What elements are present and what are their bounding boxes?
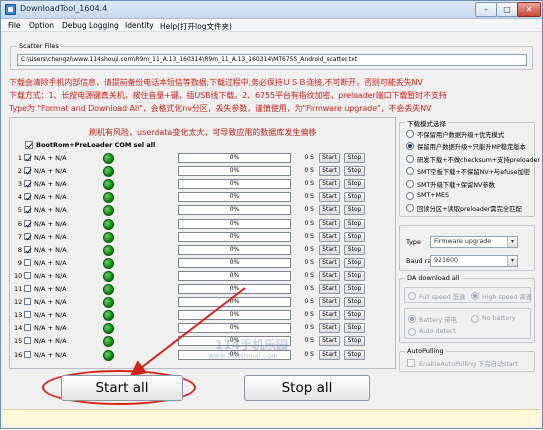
download-tool-window: DownloadTool_1604.4 – □ ✕ File Option De… — [0, 0, 543, 429]
download-mode-group: 下载模式选择 不保留用户数据升级+优先模式保留用户数据升级+只能升MP稳定版本研… — [399, 118, 540, 217]
download-mode-label: 保留用户数据升级+只能升MP稳定版本 — [417, 144, 526, 152]
status-bar — [3, 409, 540, 426]
start-all-button[interactable]: Start all — [61, 375, 183, 401]
download-mode-label: SMT升级下载+保留NV参数 — [417, 181, 495, 189]
battery-label: Battery 带电 — [419, 317, 457, 324]
baud-rate-value: 921600 — [434, 257, 459, 264]
download-mode-label: SMT+MES — [417, 192, 449, 199]
autopulling-group: AutoPulling EnableAutoPulling 下完自动start — [399, 347, 535, 372]
download-mode-label: 不保留用户数据升级+优先模式 — [417, 132, 505, 139]
stop-all-button[interactable]: Stop all — [244, 375, 370, 401]
no-battery-radio[interactable] — [471, 315, 479, 323]
download-mode-radio[interactable] — [406, 167, 414, 176]
type-label: Type — [406, 238, 421, 246]
speed-subgroup: Full speed 低速 High speed 高速 — [404, 287, 533, 303]
download-mode-label: 回读分区+读取preloader需完全匹配 — [417, 206, 522, 214]
download-mode-radio[interactable] — [406, 142, 414, 151]
da-download-group: DA download all Full speed 低速 High speed… — [399, 274, 535, 343]
download-mode-label: 研发下载+不做checksum+支持preloader — [417, 156, 541, 164]
autopulling-label: EnableAutoPulling 下完自动start — [419, 361, 518, 368]
download-mode-radio[interactable] — [406, 204, 414, 213]
high-speed-label: High speed 高速 — [482, 294, 533, 301]
type-baud-group: Type Firmware upgrade ▾ Baud rate 921600… — [399, 225, 535, 271]
da-download-legend: DA download all — [405, 274, 462, 282]
download-mode-radio[interactable] — [406, 179, 414, 188]
download-mode-label: SMT空板下载+不保留NV+与efuse加密 — [417, 169, 531, 177]
type-select[interactable]: Firmware upgrade ▾ — [430, 236, 518, 248]
download-mode-radio[interactable] — [406, 130, 414, 138]
type-select-value: Firmware upgrade — [434, 238, 492, 245]
download-mode-radio[interactable] — [406, 192, 414, 200]
full-speed-radio[interactable] — [408, 292, 416, 300]
autopulling-legend: AutoPulling — [405, 347, 446, 355]
high-speed-radio[interactable] — [471, 292, 479, 300]
autopulling-checkbox[interactable] — [407, 359, 415, 367]
full-speed-label: Full speed 低速 — [419, 294, 466, 301]
download-mode-radio[interactable] — [406, 154, 414, 163]
battery-subgroup: Battery 带电 No battery Auto detect — [404, 308, 531, 339]
no-battery-label: No battery — [482, 315, 516, 322]
chevron-down-icon: ▾ — [507, 237, 517, 247]
baud-rate-select[interactable]: 921600 ▾ — [430, 255, 518, 267]
download-mode-legend: 下载模式选择 — [405, 118, 448, 128]
battery-radio[interactable] — [408, 315, 416, 323]
chevron-down-icon: ▾ — [507, 256, 517, 266]
auto-detect-label: Auto detect — [419, 328, 456, 335]
auto-detect-radio[interactable] — [408, 328, 416, 336]
